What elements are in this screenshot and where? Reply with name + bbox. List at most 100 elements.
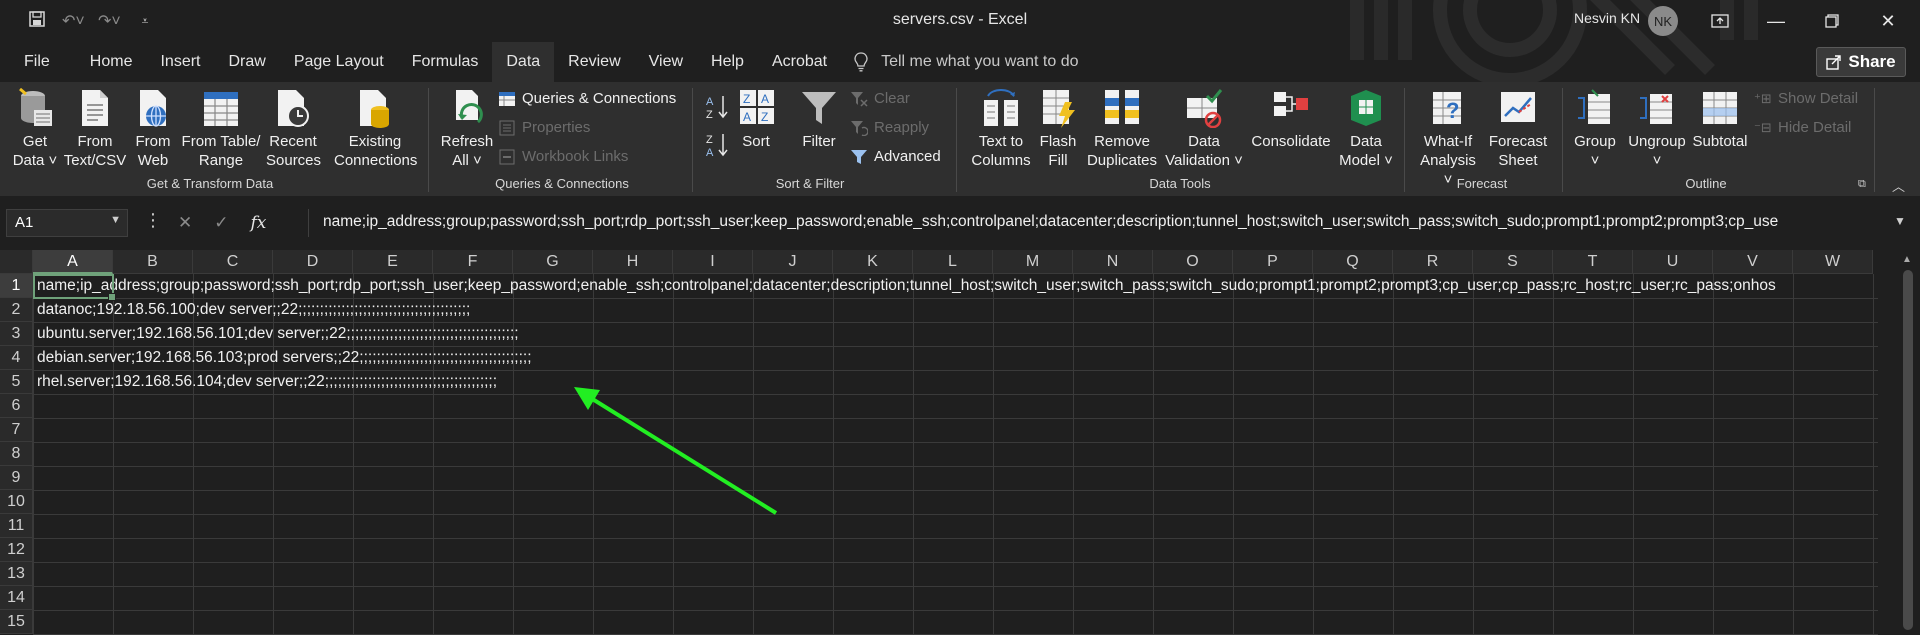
ungroup-button[interactable]: Ungroup ˅ [1624, 88, 1690, 170]
sort-z-a-icon: ZA [706, 134, 728, 158]
refresh-all-label-2: All ˅ [452, 152, 482, 169]
web-icon [134, 88, 172, 128]
name-box[interactable]: A1 ▼ [6, 209, 128, 237]
reapply-icon [851, 120, 868, 136]
group-icon [1576, 88, 1614, 128]
refresh-all-button[interactable]: Refresh All ˅ [436, 88, 498, 170]
restore-icon[interactable] [1804, 0, 1860, 42]
group-label-data-tools: Data Tools [1149, 176, 1211, 191]
minimize-icon[interactable]: — [1748, 0, 1804, 42]
save-icon[interactable] [26, 10, 48, 32]
text-to-columns-button[interactable]: Text to Columns [966, 88, 1036, 170]
consolidate-label: Consolidate [1251, 133, 1331, 150]
advanced-filter-button[interactable]: Advanced [850, 148, 941, 165]
clear-label: Clear [874, 90, 910, 107]
recent-sources-button[interactable]: Recent Sources [266, 88, 322, 170]
svg-text:A: A [706, 96, 714, 108]
share-button[interactable]: Share [1816, 47, 1906, 77]
svg-text:?: ? [1446, 98, 1459, 123]
annotation-arrow [574, 387, 778, 515]
tab-file[interactable]: File [0, 42, 76, 82]
sort-z-a-button[interactable]: ZA [706, 132, 728, 158]
vertical-scrollbar[interactable]: ▲ [1896, 250, 1920, 635]
subtotal-label: Subtotal [1692, 133, 1748, 150]
scroll-up-icon[interactable]: ▲ [1902, 254, 1912, 265]
group-button[interactable]: Group ˅ [1570, 88, 1620, 170]
collapse-ribbon-icon[interactable]: ︿ [1892, 176, 1905, 195]
what-if-analysis-button[interactable]: ? What-If Analysis ˅ [1414, 88, 1482, 189]
group-label-get-transform: Get & Transform Data [146, 176, 274, 191]
tab-page-layout[interactable]: Page Layout [280, 42, 398, 82]
get-data-label-2: Data ˅ [12, 152, 58, 169]
tab-insert[interactable]: Insert [146, 42, 214, 82]
data-model-button[interactable]: Data Model ˅ [1338, 88, 1394, 170]
text-to-columns-label-2: Columns [971, 152, 1031, 169]
close-icon[interactable]: ✕ [1860, 0, 1916, 42]
tab-formulas[interactable]: Formulas [398, 42, 493, 82]
flash-fill-label-2: Fill [1048, 152, 1068, 169]
undo-icon[interactable]: ↶˅ [62, 11, 85, 31]
show-detail-icon: ⁺⊞ [1754, 90, 1772, 106]
expand-formula-bar-icon[interactable]: ▼ [1894, 214, 1906, 228]
subtotal-button[interactable]: Subtotal [1690, 88, 1750, 151]
hide-detail-label: Hide Detail [1778, 119, 1852, 136]
existing-connections-label-2: Connections [334, 152, 418, 169]
tab-data[interactable]: Data [492, 42, 555, 82]
remove-duplicates-label-1: Remove [1094, 133, 1150, 150]
svg-text:Z: Z [706, 134, 713, 146]
forecast-sheet-button[interactable]: Forecast Sheet [1486, 88, 1550, 170]
text-to-columns-icon [982, 88, 1020, 128]
existing-connections-button[interactable]: Existing Connections [334, 88, 418, 170]
redo-icon[interactable]: ↷˅ [98, 11, 121, 31]
tab-view[interactable]: View [635, 42, 697, 82]
flash-fill-icon [1039, 88, 1077, 128]
from-web-button[interactable]: From Web [132, 88, 174, 170]
queries-connections-button[interactable]: Queries & Connections [498, 90, 676, 107]
formula-input[interactable]: name;ip_address;group;password;ssh_port;… [308, 209, 1898, 237]
sort-a-z-icon: AZ [706, 96, 728, 120]
enter-icon[interactable]: ✓ [214, 213, 228, 233]
data-validation-button[interactable]: Data Validation ˅ [1162, 88, 1246, 170]
tab-home[interactable]: Home [76, 42, 147, 82]
show-detail-button: ⁺⊞ Show Detail [1754, 90, 1858, 107]
ribbon-display-options-icon[interactable] [1692, 0, 1748, 42]
dialog-launcher-icon[interactable]: ⧉ [1858, 178, 1866, 191]
worksheet-grid[interactable]: ABCDEFGHIJKLMNOPQRSTUVW 1 2 3 4 5 6 7 8 9 10 11 12 1… [0, 250, 1920, 635]
tab-review[interactable]: Review [554, 42, 634, 82]
tab-help[interactable]: Help [697, 42, 758, 82]
customize-qat-icon[interactable]: ⩡ [134, 14, 156, 29]
sort-dialog-icon: ZAAZ [738, 88, 776, 128]
more-options-icon[interactable]: ⋮ [144, 210, 162, 231]
sort-button[interactable]: ZAAZ Sort [738, 88, 774, 151]
share-label: Share [1848, 52, 1896, 71]
cancel-icon[interactable]: ✕ [178, 213, 192, 233]
tell-me-search[interactable]: Tell me what you want to do [853, 52, 1079, 72]
tab-draw[interactable]: Draw [214, 42, 279, 82]
avatar[interactable]: NK [1648, 6, 1678, 36]
group-label-queries: Queries & Connections [495, 176, 629, 191]
group-separator [956, 88, 957, 192]
from-text-csv-button[interactable]: From Text/CSV [62, 88, 128, 170]
forecast-sheet-label-1: Forecast [1488, 133, 1548, 150]
from-table-label-1: From Table/ [181, 133, 261, 150]
tab-acrobat[interactable]: Acrobat [758, 42, 841, 82]
scrollbar-thumb[interactable] [1903, 270, 1913, 630]
recent-sources-label-2: Sources [266, 152, 322, 169]
lightbulb-icon [854, 52, 868, 72]
data-validation-label-2: Validation ˅ [1165, 152, 1243, 169]
ribbon: Get Data ˅ From Text/CSV From Web From T… [0, 82, 1920, 196]
consolidate-button[interactable]: Consolidate [1250, 88, 1332, 151]
flash-fill-button[interactable]: Flash Fill [1038, 88, 1078, 170]
what-if-icon: ? [1429, 88, 1467, 128]
from-table-range-button[interactable]: From Table/ Range [178, 88, 264, 170]
queries-connections-label: Queries & Connections [522, 90, 677, 107]
advanced-label: Advanced [874, 148, 941, 165]
advanced-filter-icon [851, 149, 867, 164]
filter-button[interactable]: Filter [798, 88, 840, 151]
chevron-down-icon[interactable]: ▼ [110, 214, 121, 226]
get-data-button[interactable]: Get Data ˅ [10, 87, 60, 170]
remove-duplicates-button[interactable]: Remove Duplicates [1084, 88, 1160, 170]
insert-function-icon[interactable]: fx [251, 213, 267, 233]
group-label-forecast: Forecast [1456, 176, 1508, 191]
sort-a-z-button[interactable]: AZ [706, 94, 728, 120]
